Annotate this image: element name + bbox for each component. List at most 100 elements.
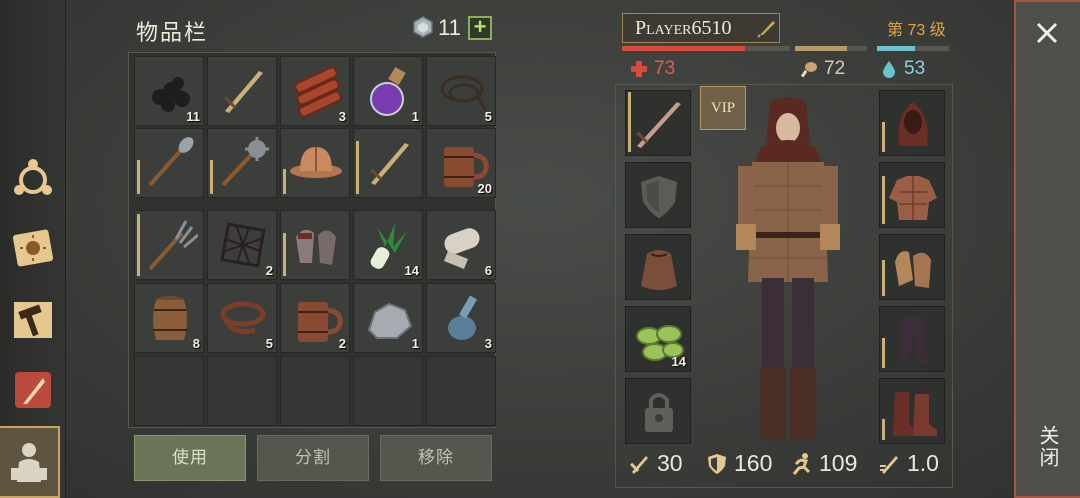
inventory-slot[interactable] <box>280 210 350 280</box>
left-equipment-slot[interactable] <box>625 162 691 228</box>
inventory-slot[interactable] <box>353 128 423 198</box>
speed-value: 109 <box>819 450 858 476</box>
barrel-icon <box>153 296 187 340</box>
close-label[interactable]: 关闭 <box>1032 425 1062 469</box>
health-bar-fill <box>622 46 745 51</box>
item-quantity: 5 <box>265 336 273 351</box>
right-equipment-slot[interactable] <box>879 162 945 228</box>
inventory-slot[interactable]: 2 <box>280 283 350 353</box>
right-equipment-slot[interactable] <box>879 90 945 156</box>
inventory-slot[interactable]: 5 <box>207 283 277 353</box>
item-quantity: 3 <box>484 336 492 351</box>
inventory-slot[interactable]: 1 <box>353 56 423 126</box>
durability-bar <box>882 260 885 296</box>
durability-bar <box>882 338 885 368</box>
durability-bar <box>882 122 885 152</box>
empty-inventory-slot[interactable] <box>207 356 277 426</box>
durability-bar <box>210 160 213 194</box>
item-quantity: 6 <box>484 263 492 278</box>
durability-bar <box>628 92 631 152</box>
nav-crafting-button[interactable] <box>6 292 60 348</box>
inventory-slot[interactable]: 5 <box>426 56 496 126</box>
durability-bar <box>283 169 286 194</box>
pitchfork-icon <box>148 220 198 271</box>
item-quantity: 3 <box>338 109 346 124</box>
left-equipment-slot[interactable]: 14 <box>625 306 691 372</box>
item-quantity: 5 <box>484 109 492 124</box>
inventory-slot[interactable] <box>134 210 204 280</box>
inventory-slot[interactable]: 2 <box>207 210 277 280</box>
nav-inventory-button[interactable] <box>0 426 60 498</box>
defense-stat: 160 <box>705 450 772 477</box>
speed-stat: 109 <box>790 450 857 477</box>
left-equipment-slot[interactable] <box>625 378 691 444</box>
item-quantity: 14 <box>404 263 419 278</box>
sword-icon <box>224 71 263 113</box>
nav-skills-button[interactable] <box>6 220 60 276</box>
weight-quill-icon <box>880 455 898 474</box>
defense-shield-icon <box>708 453 726 474</box>
inventory-slot[interactable] <box>280 128 350 198</box>
inventory-slot[interactable]: 20 <box>426 128 496 198</box>
split-button[interactable]: 分割 <box>257 435 369 481</box>
use-button[interactable]: 使用 <box>134 435 246 481</box>
leather-icon <box>220 301 266 335</box>
empty-inventory-slot[interactable] <box>134 356 204 426</box>
meat-icon <box>294 66 342 118</box>
player-level: 第 73 级 <box>887 22 946 39</box>
durability-bar <box>137 214 140 276</box>
right-equipment-slot[interactable] <box>879 234 945 300</box>
inventory-slot[interactable]: 3 <box>426 283 496 353</box>
pants-icon <box>899 318 927 362</box>
defense-value: 160 <box>734 450 773 476</box>
work-gloves-icon <box>895 251 931 288</box>
inventory-slot[interactable]: 11 <box>134 56 204 126</box>
equipped-sword-icon <box>636 102 681 148</box>
edit-name-icon[interactable] <box>757 18 777 38</box>
inventory-slot[interactable] <box>134 128 204 198</box>
durability-bar <box>137 160 140 194</box>
item-quantity: 11 <box>186 109 200 124</box>
inventory-slot[interactable]: 1 <box>353 283 423 353</box>
water-bar <box>877 46 949 51</box>
hammer-map-icon <box>14 302 52 338</box>
health-cross-icon <box>631 61 647 77</box>
left-equipment-slot[interactable] <box>625 90 691 156</box>
durability-bar <box>283 233 286 276</box>
close-panel[interactable] <box>1014 0 1080 498</box>
inventory-slot[interactable] <box>207 56 277 126</box>
mace-icon <box>221 137 269 187</box>
drumstick-icon <box>800 62 817 78</box>
remove-button[interactable]: 移除 <box>380 435 492 481</box>
jacket-icon <box>889 176 937 220</box>
right-equipment-slot[interactable] <box>879 306 945 372</box>
food-stat: 72 <box>800 58 845 80</box>
attack-sword-icon <box>630 455 648 474</box>
gloves-icon <box>296 229 336 265</box>
left-equipment-slot[interactable] <box>625 234 691 300</box>
inventory-slot[interactable]: 6 <box>426 210 496 280</box>
item-quantity: 1 <box>411 336 419 351</box>
nav-journal-button[interactable] <box>6 362 60 418</box>
close-icon[interactable] <box>1032 18 1062 48</box>
inventory-title: 物品栏 <box>136 20 209 45</box>
running-icon <box>792 452 811 475</box>
item-quantity: 1 <box>411 109 419 124</box>
shield-slot-icon <box>641 176 677 218</box>
food-bar-fill <box>795 46 847 51</box>
inventory-slot[interactable]: 14 <box>353 210 423 280</box>
food-bar <box>795 46 867 51</box>
inventory-slot[interactable]: 8 <box>134 283 204 353</box>
item-quantity: 2 <box>265 263 273 278</box>
right-equipment-slot[interactable] <box>879 378 945 444</box>
add-gems-button[interactable]: + <box>468 16 492 40</box>
empty-inventory-slot[interactable] <box>353 356 423 426</box>
shovel-icon <box>148 137 194 187</box>
item-quantity: 2 <box>338 336 346 351</box>
inventory-slot[interactable] <box>207 128 277 198</box>
empty-inventory-slot[interactable] <box>426 356 496 426</box>
boots-icon <box>893 392 937 436</box>
nav-clan-button[interactable] <box>6 150 60 206</box>
empty-inventory-slot[interactable] <box>280 356 350 426</box>
inventory-slot[interactable]: 3 <box>280 56 350 126</box>
